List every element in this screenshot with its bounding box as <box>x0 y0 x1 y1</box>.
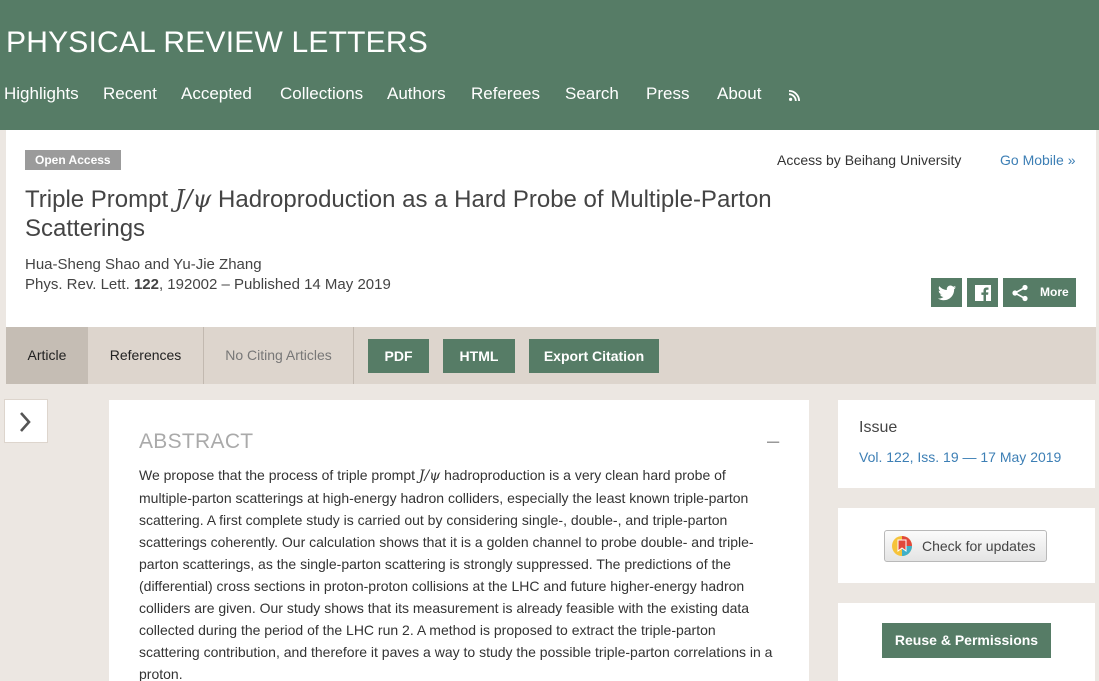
article-title: Triple Prompt J/ψ Hadroproduction as a H… <box>25 185 772 242</box>
nav-recent[interactable]: Recent <box>103 84 157 104</box>
article-header: Open Access Access by Beihang University… <box>6 130 1096 327</box>
issue-label: Issue <box>859 419 898 436</box>
site-header: PHYSICAL REVIEW LETTERS Highlights Recen… <box>0 0 1099 130</box>
rss-icon[interactable] <box>789 90 800 101</box>
citation-line: Phys. Rev. Lett. 122, 192002 – Published… <box>25 276 391 293</box>
abstract-heading: ABSTRACT <box>139 430 254 453</box>
check-for-updates-label: Check for updates <box>922 538 1036 554</box>
nav-search[interactable]: Search <box>565 84 619 104</box>
access-by-text: Access by Beihang University <box>777 152 962 168</box>
tab-divider <box>353 327 354 384</box>
article-tabbar: Article References No Citing Articles PD… <box>6 327 1096 384</box>
math-jpsi: J/ψ <box>418 468 441 484</box>
authors[interactable]: Hua-Sheng Shao and Yu-Jie Zhang <box>25 256 262 273</box>
check-for-updates-button[interactable]: Check for updates <box>884 530 1047 562</box>
reuse-permissions-button[interactable]: Reuse & Permissions <box>882 623 1051 658</box>
collapse-abstract-button[interactable]: – <box>767 428 779 454</box>
tab-article[interactable]: Article <box>6 327 88 384</box>
facebook-share-button[interactable] <box>967 278 998 307</box>
facebook-icon <box>974 284 991 301</box>
share-icon <box>1012 284 1028 301</box>
twitter-icon <box>937 285 956 300</box>
sidebar-toggle-button[interactable] <box>4 399 48 443</box>
abstract-text: We propose that the process of triple pr… <box>139 467 773 681</box>
volume: 122 <box>133 276 159 293</box>
issue-link[interactable]: Vol. 122, Iss. 19 — 17 May 2019 <box>859 449 1061 465</box>
nav-press[interactable]: Press <box>646 84 689 104</box>
open-access-badge: Open Access <box>25 150 121 170</box>
nav-authors[interactable]: Authors <box>387 84 446 104</box>
export-citation-button[interactable]: Export Citation <box>529 339 659 373</box>
abstract-section: ABSTRACT – We propose that the process o… <box>109 400 809 681</box>
nav-accepted[interactable]: Accepted <box>181 84 252 104</box>
tab-references[interactable]: References <box>88 327 203 384</box>
updates-box: Check for updates <box>838 508 1095 583</box>
issue-box: Issue Vol. 122, Iss. 19 — 17 May 2019 <box>838 400 1095 488</box>
nav-about[interactable]: About <box>717 84 761 104</box>
pdf-button[interactable]: PDF <box>368 339 429 373</box>
reuse-box: Reuse & Permissions <box>838 603 1095 681</box>
html-button[interactable]: HTML <box>443 339 515 373</box>
go-mobile-link[interactable]: Go Mobile » <box>1000 152 1075 168</box>
math-jpsi: J/ψ <box>174 185 212 213</box>
twitter-share-button[interactable] <box>931 278 962 307</box>
chevron-right-icon <box>20 412 31 432</box>
nav-collections[interactable]: Collections <box>280 84 363 104</box>
share-more-label: More <box>1040 285 1069 299</box>
share-more-button[interactable]: More <box>1003 278 1076 307</box>
tab-citing-articles[interactable]: No Citing Articles <box>204 327 353 384</box>
crossmark-icon <box>892 536 912 556</box>
nav-highlights[interactable]: Highlights <box>4 84 79 104</box>
nav-referees[interactable]: Referees <box>471 84 540 104</box>
site-title[interactable]: PHYSICAL REVIEW LETTERS <box>6 26 428 60</box>
